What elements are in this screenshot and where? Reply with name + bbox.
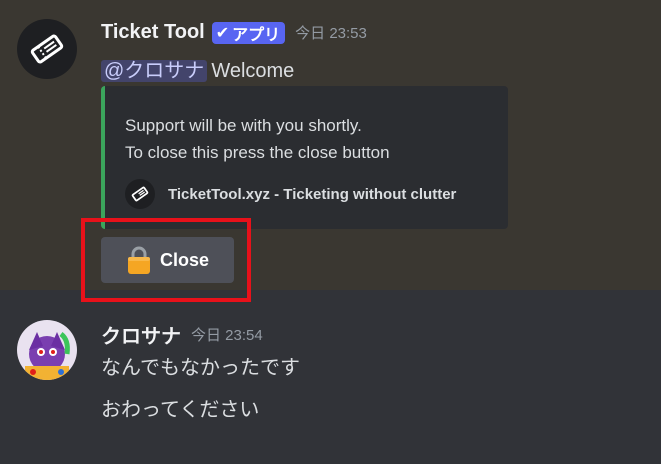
bot-avatar[interactable]	[17, 19, 77, 79]
footer-ticket-icon	[125, 179, 155, 209]
checkmark-icon: ✔	[215, 24, 230, 42]
app-tag: ✔ アプリ	[211, 21, 286, 44]
embed-line-2: To close this press the close button	[125, 143, 390, 162]
bot-timestamp: 今日 23:53	[295, 25, 367, 42]
ticket-icon	[30, 34, 64, 64]
user-message-header: クロサナ 今日 23:54	[101, 320, 263, 349]
user-mention[interactable]: @クロサナ	[101, 60, 208, 82]
welcome-text: Welcome	[211, 60, 295, 82]
user-message-line-1: なんでもなかったです	[101, 357, 300, 379]
embed-line-1: Support will be with you shortly.	[125, 116, 362, 135]
user-timestamp: 今日 23:54	[191, 327, 263, 344]
message-embed: Support will be with you shortly. To clo…	[101, 86, 508, 229]
embed-footer: TicketTool.xyz - Ticketing without clutt…	[125, 179, 456, 209]
bot-message-header: Ticket Tool ✔ アプリ 今日 23:53	[101, 21, 367, 44]
user-username[interactable]: クロサナ	[101, 320, 181, 349]
bot-message-content: @クロサナ Welcome	[101, 54, 294, 83]
user-avatar[interactable]	[17, 320, 77, 380]
bot-username[interactable]: Ticket Tool	[101, 21, 205, 44]
annotation-highlight-box	[81, 218, 251, 302]
app-tag-label: アプリ	[232, 26, 281, 44]
embed-footer-text: TicketTool.xyz - Ticketing without clutt…	[168, 185, 457, 203]
embed-description: Support will be with you shortly. To clo…	[125, 112, 390, 166]
user-message-line-2: おわってください	[101, 399, 260, 421]
